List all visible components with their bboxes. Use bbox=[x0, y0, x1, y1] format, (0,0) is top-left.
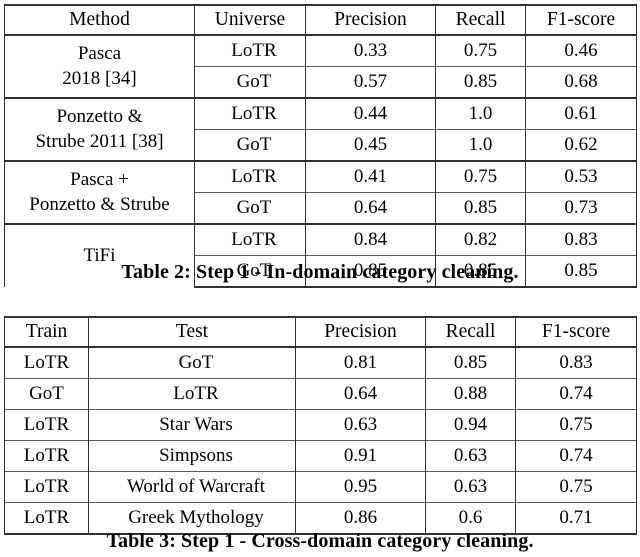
precision-cell: 0.81 bbox=[295, 346, 426, 379]
train-cell: GoT bbox=[4, 378, 89, 410]
column-header-recall: Recall bbox=[425, 316, 516, 347]
train-cell: LoTR bbox=[4, 471, 89, 503]
f1-cell: 0.46 bbox=[525, 34, 637, 67]
universe-cell: LoTR bbox=[194, 223, 306, 256]
table-2-block: Method Universe Precision Recall F1-scor… bbox=[4, 4, 637, 288]
f1-cell: 0.73 bbox=[525, 192, 637, 224]
universe-cell: GoT bbox=[194, 66, 306, 98]
table-2-caption: Table 2: Step 1 - In-domain category cle… bbox=[121, 261, 519, 283]
table-row: Ponzetto & Strube 2011 [38] LoTR 0.44 1.… bbox=[4, 97, 637, 161]
f1-cell: 0.53 bbox=[525, 160, 637, 193]
recall-cell: 0.85 bbox=[425, 346, 516, 379]
recall-cell: 0.88 bbox=[425, 378, 516, 410]
precision-cell: 0.64 bbox=[295, 378, 426, 410]
method-line: Ponzetto & bbox=[56, 105, 143, 127]
table-row: LoTR GoT 0.81 0.85 0.83 bbox=[4, 346, 637, 379]
table-row: LoTR World of Warcraft 0.95 0.63 0.75 bbox=[4, 471, 637, 503]
column-header-train: Train bbox=[4, 316, 89, 347]
f1-cell: 0.75 bbox=[515, 409, 637, 441]
train-cell: LoTR bbox=[4, 440, 89, 472]
universe-cell: LoTR bbox=[194, 97, 306, 130]
precision-cell: 0.95 bbox=[295, 471, 426, 503]
precision-cell: 0.45 bbox=[305, 129, 436, 161]
recall-cell: 0.85 bbox=[435, 192, 526, 224]
column-header-precision: Precision bbox=[305, 4, 436, 35]
table-2: Method Universe Precision Recall F1-scor… bbox=[4, 4, 637, 288]
recall-cell: 1.0 bbox=[435, 129, 526, 161]
method-line: Pasca bbox=[77, 42, 122, 64]
table-row: LoTR Simpsons 0.91 0.63 0.74 bbox=[4, 440, 637, 472]
recall-cell: 0.63 bbox=[425, 440, 516, 472]
recall-cell: 0.94 bbox=[425, 409, 516, 441]
universe-cell: GoT bbox=[194, 192, 306, 224]
method-line: Pasca + bbox=[70, 168, 129, 190]
recall-cell: 0.85 bbox=[435, 66, 526, 98]
table-2-header-row: Method Universe Precision Recall F1-scor… bbox=[4, 4, 637, 35]
table-3-caption: Table 3: Step 1 - Cross-domain category … bbox=[106, 530, 534, 552]
method-cell: Pasca 2018 [34] bbox=[4, 34, 195, 98]
recall-cell: 1.0 bbox=[435, 97, 526, 130]
test-cell: Star Wars bbox=[88, 409, 296, 441]
precision-cell: 0.41 bbox=[305, 160, 436, 193]
column-header-method: Method bbox=[4, 4, 195, 35]
table-3-block: Train Test Precision Recall F1-score LoT… bbox=[4, 316, 637, 535]
column-header-f1: F1-score bbox=[515, 316, 637, 347]
universe-cell: LoTR bbox=[194, 160, 306, 193]
f1-cell: 0.75 bbox=[515, 471, 637, 503]
recall-cell: 0.75 bbox=[435, 34, 526, 67]
table-row: Pasca 2018 [34] LoTR 0.33 0.75 0.46 bbox=[4, 34, 637, 98]
universe-cell: GoT bbox=[194, 129, 306, 161]
precision-cell: 0.44 bbox=[305, 97, 436, 130]
method-line: 2018 [34] bbox=[62, 67, 137, 89]
test-cell: Simpsons bbox=[88, 440, 296, 472]
table-3: Train Test Precision Recall F1-score LoT… bbox=[4, 316, 637, 535]
document-page: Method Universe Precision Recall F1-scor… bbox=[0, 0, 640, 557]
column-header-universe: Universe bbox=[194, 4, 306, 35]
train-cell: LoTR bbox=[4, 409, 89, 441]
table-3-header-row: Train Test Precision Recall F1-score bbox=[4, 316, 637, 347]
column-header-test: Test bbox=[88, 316, 296, 347]
precision-cell: 0.57 bbox=[305, 66, 436, 98]
precision-cell: 0.63 bbox=[295, 409, 426, 441]
test-cell: LoTR bbox=[88, 378, 296, 410]
column-header-recall: Recall bbox=[435, 4, 526, 35]
f1-cell: 0.83 bbox=[525, 223, 637, 256]
f1-cell: 0.62 bbox=[525, 129, 637, 161]
method-line: Ponzetto & Strube bbox=[29, 193, 170, 215]
table-row: GoT LoTR 0.64 0.88 0.74 bbox=[4, 378, 637, 410]
test-cell: GoT bbox=[88, 346, 296, 379]
f1-cell: 0.74 bbox=[515, 440, 637, 472]
train-cell: LoTR bbox=[4, 346, 89, 379]
column-header-f1: F1-score bbox=[525, 4, 637, 35]
table-row: Pasca + Ponzetto & Strube LoTR 0.41 0.75… bbox=[4, 160, 637, 224]
f1-cell: 0.61 bbox=[525, 97, 637, 130]
precision-cell: 0.33 bbox=[305, 34, 436, 67]
precision-cell: 0.64 bbox=[305, 192, 436, 224]
recall-cell: 0.63 bbox=[425, 471, 516, 503]
recall-cell: 0.75 bbox=[435, 160, 526, 193]
method-cell: Pasca + Ponzetto & Strube bbox=[4, 160, 195, 224]
table-row: LoTR Star Wars 0.63 0.94 0.75 bbox=[4, 409, 637, 441]
method-line: Strube 2011 [38] bbox=[35, 130, 164, 152]
column-header-precision: Precision bbox=[295, 316, 426, 347]
f1-cell: 0.68 bbox=[525, 66, 637, 98]
table-row: TiFi LoTR 0.84 0.82 0.83 bbox=[4, 223, 637, 287]
precision-cell: 0.84 bbox=[305, 223, 436, 256]
test-cell: World of Warcraft bbox=[88, 471, 296, 503]
f1-cell: 0.74 bbox=[515, 378, 637, 410]
f1-cell: 0.83 bbox=[515, 346, 637, 379]
recall-cell: 0.82 bbox=[435, 223, 526, 256]
method-cell: Ponzetto & Strube 2011 [38] bbox=[4, 97, 195, 161]
precision-cell: 0.91 bbox=[295, 440, 426, 472]
universe-cell: LoTR bbox=[194, 34, 306, 67]
